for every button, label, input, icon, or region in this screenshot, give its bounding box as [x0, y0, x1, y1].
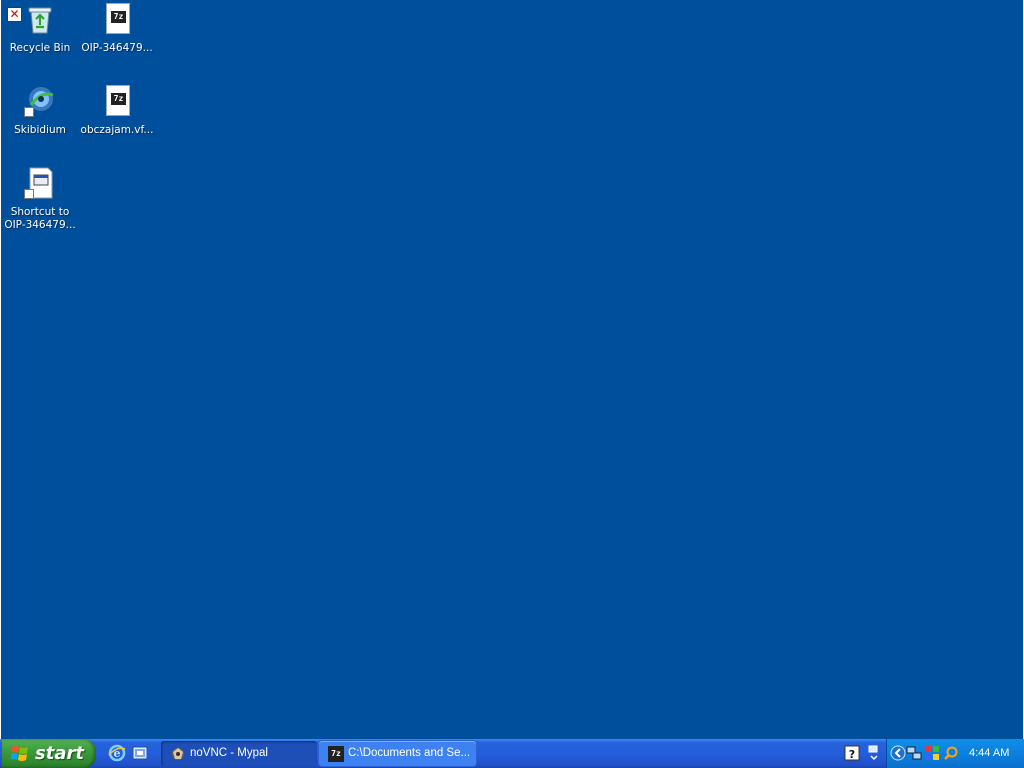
- desktop-icon-label: Recycle Bin: [9, 42, 71, 54]
- desktop-icon-skibidium[interactable]: Skibidium: [1, 85, 79, 137]
- 7z-app-icon: 7z: [328, 746, 344, 762]
- skibidium-app-icon: [24, 85, 56, 117]
- task-button-novnc-mypal[interactable]: noVNC - Mypal: [161, 741, 317, 766]
- desktop-icon-label: Shortcut to OIP-346479...: [4, 206, 76, 231]
- close-icon[interactable]: ✕: [7, 7, 22, 22]
- start-button[interactable]: start: [2, 739, 96, 768]
- desktop-icon-label: Skibidium: [14, 124, 66, 136]
- shortcut-arrow-icon: [24, 107, 34, 117]
- search-icon[interactable]: [943, 745, 959, 761]
- system-tray: 4:44 AM: [886, 739, 1024, 768]
- task-button-label: C:\Documents and Se...: [348, 747, 471, 759]
- desktop-icon-label: obczajam.vf...: [80, 124, 154, 136]
- security-center-icon[interactable]: [924, 745, 940, 761]
- task-button-7z-documents[interactable]: 7z C:\Documents and Se...: [319, 741, 476, 766]
- internet-explorer-icon[interactable]: e: [108, 744, 126, 762]
- windows-flag-icon: [11, 746, 28, 761]
- desktop-icon-shortcut-oip[interactable]: Shortcut to OIP-346479...: [1, 167, 79, 232]
- mypal-browser-icon: [172, 748, 184, 760]
- 7z-archive-icon: 7z: [101, 85, 133, 117]
- taskbar: start e noVNC - Mypal 7z C:\Documents an…: [0, 739, 1024, 768]
- svg-text:?: ?: [849, 748, 855, 761]
- network-connection-icon[interactable]: [906, 745, 922, 761]
- clock[interactable]: 4:44 AM: [969, 739, 1009, 768]
- shortcut-arrow-icon: [24, 189, 34, 199]
- 7z-archive-icon: 7z: [101, 3, 133, 35]
- recycle-bin-icon: [24, 3, 56, 35]
- outlook-express-icon[interactable]: [131, 744, 149, 762]
- help-icon[interactable]: ?: [844, 745, 860, 761]
- network-icon[interactable]: [890, 745, 906, 761]
- start-label: start: [35, 743, 84, 764]
- shortcut-icon: [24, 167, 56, 199]
- desktop-icon-obczajam-archive[interactable]: 7z obczajam.vf...: [78, 85, 156, 137]
- task-button-label: noVNC - Mypal: [190, 747, 268, 759]
- show-hidden-icons-chevron[interactable]: [866, 745, 882, 761]
- desktop-icon-oip-archive[interactable]: 7z OIP-346479...: [78, 3, 156, 55]
- desktop: Recycle Bin ✕ 7z OIP-346479... Skibidium…: [1, 0, 1023, 739]
- desktop-icon-label: OIP-346479...: [81, 42, 153, 54]
